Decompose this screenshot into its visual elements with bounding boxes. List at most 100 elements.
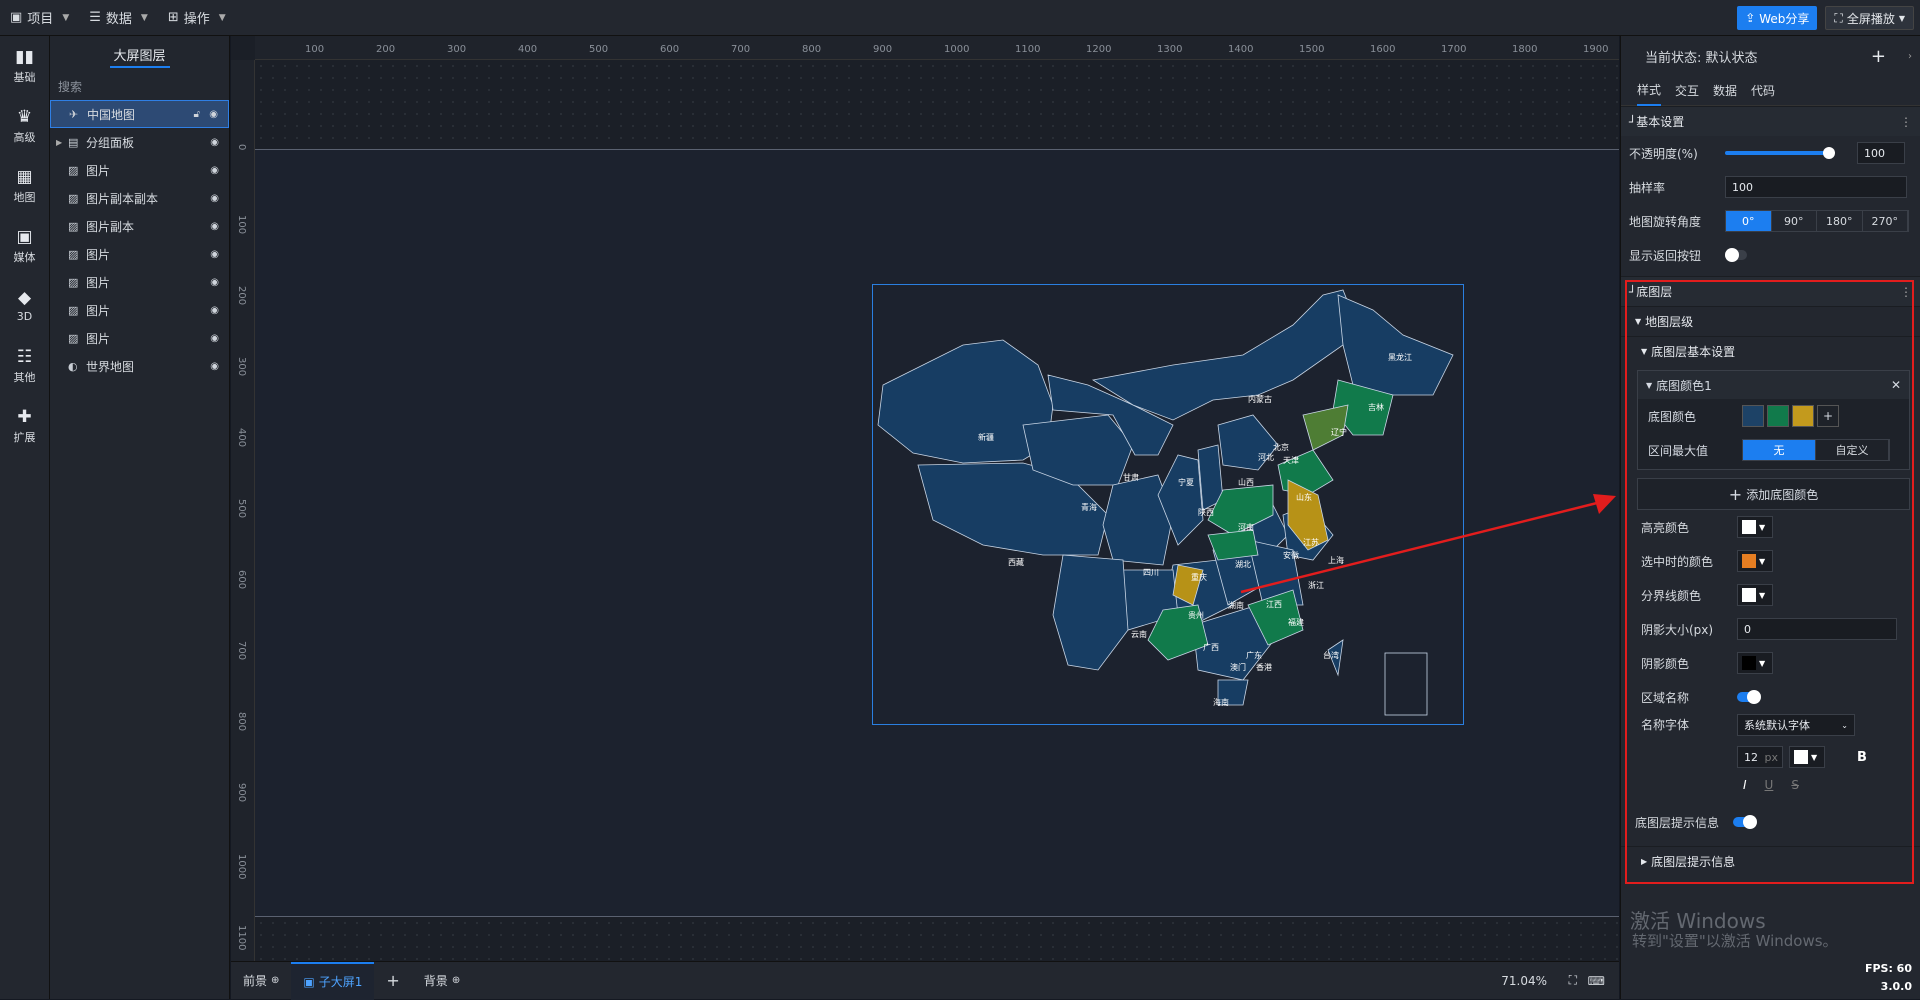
region-label: 海南 [1213, 697, 1229, 707]
menu-operation[interactable]: ⊞ 操作 ▼ [158, 0, 236, 36]
unlock-icon[interactable]: 🔓︎ [194, 109, 200, 120]
map-region [1337, 294, 1454, 396]
fit-screen-icon[interactable]: ⛶ [1569, 973, 1577, 988]
tab-data[interactable]: 数据 [1713, 76, 1737, 106]
ruler-tick: 200 [376, 44, 396, 55]
eye-icon[interactable]: ◉ [210, 193, 219, 204]
layer-item[interactable]: ▨ 图片副本副本 ◉ [50, 184, 229, 212]
sidebar-item-3d[interactable]: ◆ 3D [0, 276, 49, 336]
eye-icon[interactable]: ◉ [210, 221, 219, 232]
property-tabs: 样式 交互 数据 代码 [1621, 76, 1920, 106]
image-icon: ▨ [68, 191, 79, 205]
tab-foreground[interactable]: 前景 ⊕ [231, 962, 291, 1000]
opacity-input[interactable]: 100 [1857, 142, 1905, 164]
region-label: 宁夏 [1178, 477, 1194, 487]
tab-interaction[interactable]: 交互 [1675, 76, 1699, 106]
ruler-tick: 400 [518, 44, 538, 55]
editor-canvas[interactable]: 100 200 300 400 500 600 700 800 900 1000 1100 1200 1… [231, 36, 1619, 961]
region-label: 广西 [1203, 642, 1219, 652]
rotate-180-button[interactable]: 180° [1817, 211, 1863, 231]
slider-handle[interactable] [1823, 147, 1835, 159]
caret-right-icon[interactable]: ▶ [56, 138, 62, 147]
web-share-button[interactable]: ⇪ Web分享 [1737, 6, 1818, 30]
sidebar-item-advanced[interactable]: ♛ 高级 [0, 96, 49, 156]
add-state-icon[interactable]: + [1871, 46, 1886, 67]
region-label: 内蒙古 [1248, 394, 1272, 404]
eye-icon[interactable]: ◉ [210, 249, 219, 260]
fullscreen-button[interactable]: ⛶ 全屏播放 ▼ [1825, 6, 1914, 30]
tab-code[interactable]: 代码 [1751, 76, 1775, 106]
eye-icon[interactable]: ◉ [210, 361, 219, 372]
cube-icon: ◆ [17, 288, 32, 308]
layer-item[interactable]: ▨ 图片 ◉ [50, 240, 229, 268]
menu-project[interactable]: ▣ 项目 ▼ [0, 0, 79, 36]
layer-item[interactable]: ✈ 中国地图 🔓︎ ◉ [50, 100, 229, 128]
sample-input[interactable]: 100 [1725, 176, 1907, 198]
bottom-bar: 前景 ⊕ ▣ 子大屏1 + 背景 ⊕ 71.04% ⛶ ⌨ [231, 961, 1619, 1000]
highlight-annotation-box [1625, 280, 1914, 884]
layer-item[interactable]: ▨ 图片副本 ◉ [50, 212, 229, 240]
sidebar-item-media[interactable]: ▣ 媒体 [0, 216, 49, 276]
eye-icon[interactable]: ◉ [210, 165, 219, 176]
region-label: 甘肃 [1123, 472, 1139, 482]
layer-item[interactable]: ▨ 图片 ◉ [50, 296, 229, 324]
eye-icon[interactable]: ◉ [210, 333, 219, 344]
ruler-tick: 1000 [944, 44, 970, 55]
section-basic-settings[interactable]: ┘ 基本设置 ⋮ [1621, 106, 1920, 136]
layer-item[interactable]: ▶ ▤ 分组面板 ◉ [50, 128, 229, 156]
screen-icon: ▣ [303, 974, 315, 989]
eye-icon[interactable]: ◉ [210, 277, 219, 288]
ruler-tick: 300 [236, 357, 247, 377]
ruler-tick: 1700 [1441, 44, 1467, 55]
layer-search-input[interactable]: 搜索 [50, 72, 229, 100]
region-label: 云南 [1131, 629, 1147, 639]
layer-item[interactable]: ▨ 图片 ◉ [50, 268, 229, 296]
back-button-toggle[interactable] [1725, 248, 1747, 262]
image-icon: ▨ [68, 331, 79, 345]
eye-icon[interactable]: ◉ [210, 305, 219, 316]
sidebar-item-basic[interactable]: ▮▮ 基础 [0, 36, 49, 96]
add-circle-icon[interactable]: ⊕ [452, 975, 460, 986]
chevron-down-icon: ▼ [218, 12, 226, 23]
more-icon[interactable]: ⋮ [1900, 115, 1912, 129]
layer-item[interactable]: ▨ 图片 ◉ [50, 324, 229, 352]
menu-data[interactable]: ☰ 数据 ▼ [79, 0, 158, 36]
sidebar-item-extend[interactable]: ✚ 扩展 [0, 396, 49, 456]
ruler-tick: 1500 [1299, 44, 1325, 55]
tab-screen-layers[interactable]: 大屏图层 [50, 36, 229, 72]
region-label: 北京 [1273, 442, 1289, 452]
rotate-segmented: 0° 90° 180° 270° [1725, 210, 1909, 232]
layer-item[interactable]: ◐ 世界地图 ◉ [50, 352, 229, 380]
rotate-0-button[interactable]: 0° [1726, 211, 1772, 231]
sidebar-item-other[interactable]: ☷ 其他 [0, 336, 49, 396]
ruler-tick: 900 [873, 44, 893, 55]
ruler-tick: 700 [236, 641, 247, 661]
eye-icon[interactable]: ◉ [210, 137, 219, 148]
ruler-tick: 1100 [236, 925, 247, 951]
ruler-tick: 600 [236, 570, 247, 590]
tab-style[interactable]: 样式 [1637, 76, 1662, 106]
zoom-level[interactable]: 71.04% [1501, 974, 1547, 988]
ruler-tick: 500 [236, 499, 247, 519]
chevron-right-icon[interactable]: › [1908, 51, 1912, 62]
fullscreen-icon: ⛶ [1834, 10, 1843, 25]
add-circle-icon[interactable]: ⊕ [271, 975, 279, 986]
image-icon: ▨ [68, 275, 79, 289]
ruler-tick: 800 [802, 44, 822, 55]
rotate-270-button[interactable]: 270° [1863, 211, 1908, 231]
opacity-slider[interactable] [1725, 147, 1835, 159]
map-layer-icon: ✈ [69, 107, 79, 121]
sidebar-item-map[interactable]: ▦ 地图 [0, 156, 49, 216]
layer-item[interactable]: ▨ 图片 ◉ [50, 156, 229, 184]
share-icon: ⇪ [1745, 11, 1756, 25]
map-region [1091, 289, 1354, 421]
rotate-90-button[interactable]: 90° [1772, 211, 1817, 231]
tab-background[interactable]: 背景 ⊕ [412, 962, 472, 1000]
eye-icon[interactable]: ◉ [209, 109, 218, 120]
windows-activation-watermark: 转到"设置"以激活 Windows。 [1632, 932, 1838, 950]
tab-sub-screen[interactable]: ▣ 子大屏1 [291, 961, 375, 1000]
keyboard-icon[interactable]: ⌨ [1588, 974, 1605, 988]
add-screen-button[interactable]: + [374, 962, 411, 1000]
globe-icon: ◐ [68, 359, 78, 373]
ruler-tick: 1900 [1583, 44, 1609, 55]
